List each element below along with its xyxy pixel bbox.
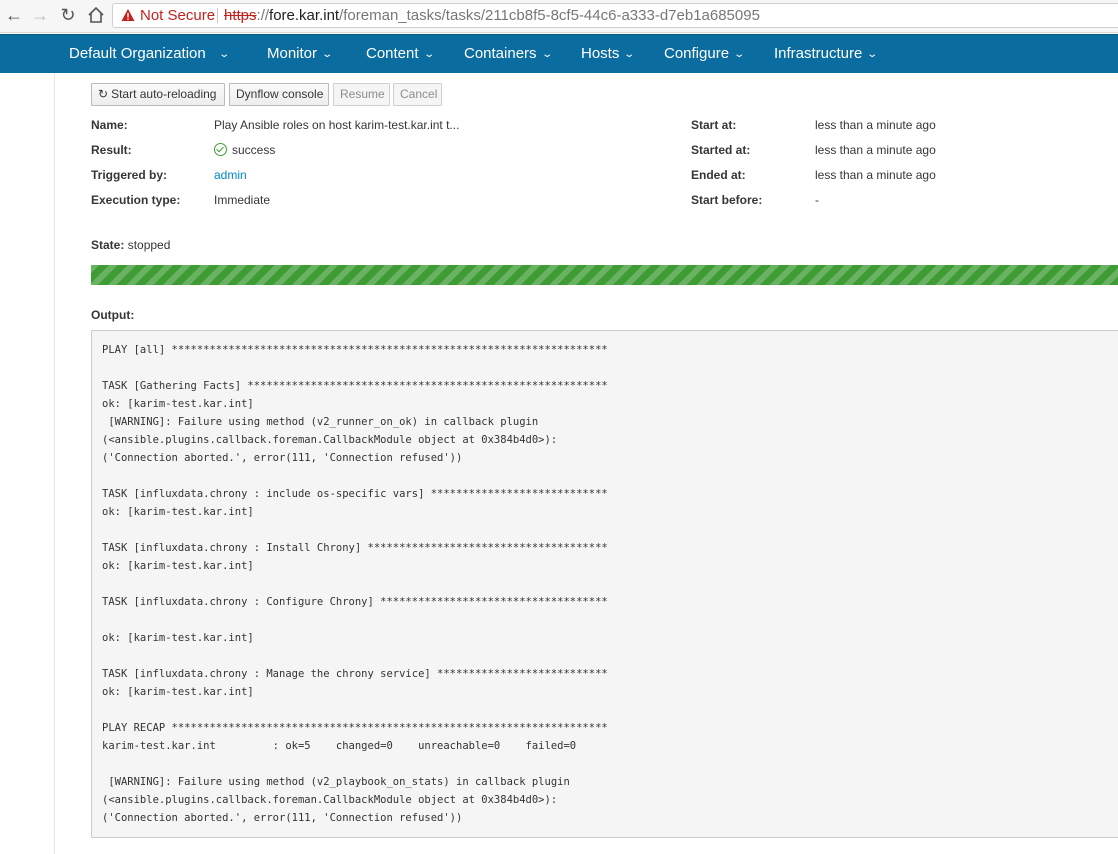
chevron-down-icon: ⌄ [422,49,435,60]
execution-type-label: Execution type: [91,193,181,207]
output-line: TASK [influxdata.chrony : Install Chrony… [102,542,608,554]
name-label: Name: [91,118,128,132]
chevron-down-icon: ⌄ [540,49,553,60]
result-text: success [232,143,276,157]
task-output: PLAY [all] *****************************… [91,330,1118,838]
state-label: State: [91,238,125,252]
output-line: (<ansible.plugins.callback.foreman.Callb… [102,794,558,806]
home-icon[interactable] [84,4,108,26]
start-at-value: less than a minute ago [815,118,936,132]
start-before-label: Start before: [691,193,763,207]
chevron-down-icon: ⌄ [623,49,636,60]
nav-organization-label: Default Organization [69,45,206,62]
output-line: ('Connection aborted.', error(111, 'Conn… [102,812,463,824]
output-line: karim-test.kar.int : ok=5 changed=0 unre… [102,740,577,752]
result-label: Result: [91,143,132,157]
start-before-value: - [815,193,819,207]
dynflow-console-button[interactable]: Dynflow console [229,83,329,106]
chevron-down-icon: ⌄ [321,49,334,60]
nav-hosts-label: Hosts [581,45,620,62]
sidebar-divider [54,73,55,854]
output-line: TASK [influxdata.chrony : Configure Chro… [102,596,608,608]
output-label: Output: [91,308,135,322]
nav-configure[interactable]: Configure ⌄ [664,35,746,73]
url-scheme: https [224,7,257,24]
nav-configure-label: Configure [664,45,730,62]
forward-arrow-icon[interactable]: → [28,4,52,26]
output-line: PLAY RECAP *****************************… [102,722,608,734]
output-line: TASK [Gathering Facts] *****************… [102,380,608,392]
nav-content-label: Content [366,45,419,62]
nav-infrastructure[interactable]: Infrastructure ⌄ [774,35,879,73]
output-line: ok: [karim-test.kar.int] [102,686,254,698]
security-label: Not Secure [140,7,216,24]
output-line: ok: [karim-test.kar.int] [102,398,254,410]
url-host: fore.kar.int [269,7,340,24]
start-auto-reloading-button[interactable]: ↻ Start auto-reloading [91,83,225,106]
check-circle-icon [214,143,227,156]
execution-type-value: Immediate [214,193,271,207]
output-line: ok: [karim-test.kar.int] [102,632,254,644]
url-text: https://fore.kar.int/foreman_tasks/tasks… [224,4,760,27]
browser-toolbar: ← → ↻ Not Secure https://fore.kar.int/fo… [0,0,1118,33]
back-arrow-icon[interactable]: ← [2,4,26,26]
ended-at-value: less than a minute ago [815,168,936,182]
resume-label: Resume [340,87,385,101]
url-separator: :// [256,7,270,24]
main-navbar: Default Organization ⌄ Monitor ⌄ Content ⌄ … [0,34,1118,73]
warning-icon [121,9,135,21]
output-line: TASK [influxdata.chrony : include os-spe… [102,488,608,500]
nav-containers-label: Containers [464,45,537,62]
triggered-by-label: Triggered by: [91,168,168,182]
url-divider [217,8,218,23]
chevron-down-icon: ⌄ [218,49,230,60]
output-line: TASK [influxdata.chrony : Manage the chr… [102,668,608,680]
address-bar[interactable]: Not Secure https://fore.kar.int/foreman_… [112,3,1118,28]
output-line: [WARNING]: Failure using method (v2_runn… [102,416,539,428]
start-at-label: Start at: [691,118,737,132]
output-line: (<ansible.plugins.callback.foreman.Callb… [102,434,558,446]
nav-hosts[interactable]: Hosts ⌄ [581,35,636,73]
progress-bar [91,265,1118,285]
task-state: State: stopped [91,238,170,252]
started-at-value: less than a minute ago [815,143,936,157]
started-at-label: Started at: [691,143,751,157]
output-line: ok: [karim-test.kar.int] [102,506,254,518]
task-result: success [214,141,275,157]
cancel-button[interactable]: Cancel [393,83,442,106]
output-line: PLAY [all] *****************************… [102,344,608,356]
nav-monitor-label: Monitor [267,45,318,62]
ended-at-label: Ended at: [691,168,746,182]
triggered-by-link[interactable]: admin [214,168,247,182]
chevron-down-icon: ⌄ [866,49,879,60]
task-name: Play Ansible roles on host karim-test.ka… [214,118,460,132]
nav-monitor[interactable]: Monitor ⌄ [267,35,334,73]
resume-button[interactable]: Resume [333,83,390,106]
nav-containers[interactable]: Containers ⌄ [464,35,553,73]
dynflow-label: Dynflow console [236,87,324,101]
refresh-icon: ↻ [98,87,109,101]
state-value: stopped [127,238,171,252]
cancel-label: Cancel [400,87,438,101]
nav-infrastructure-label: Infrastructure [774,45,863,62]
output-line: ('Connection aborted.', error(111, 'Conn… [102,452,463,464]
output-line: ok: [karim-test.kar.int] [102,560,254,572]
chevron-down-icon: ⌄ [733,49,746,60]
nav-content[interactable]: Content ⌄ [366,35,435,73]
nav-organization[interactable]: Default Organization ⌄ [69,35,230,73]
reload-icon[interactable]: ↻ [56,4,80,26]
auto-reload-label: Start auto-reloading [111,87,217,101]
url-path: /foreman_tasks/tasks/211cb8f5-8cf5-44c6-… [339,7,760,24]
output-line: [WARNING]: Failure using method (v2_play… [102,776,570,788]
